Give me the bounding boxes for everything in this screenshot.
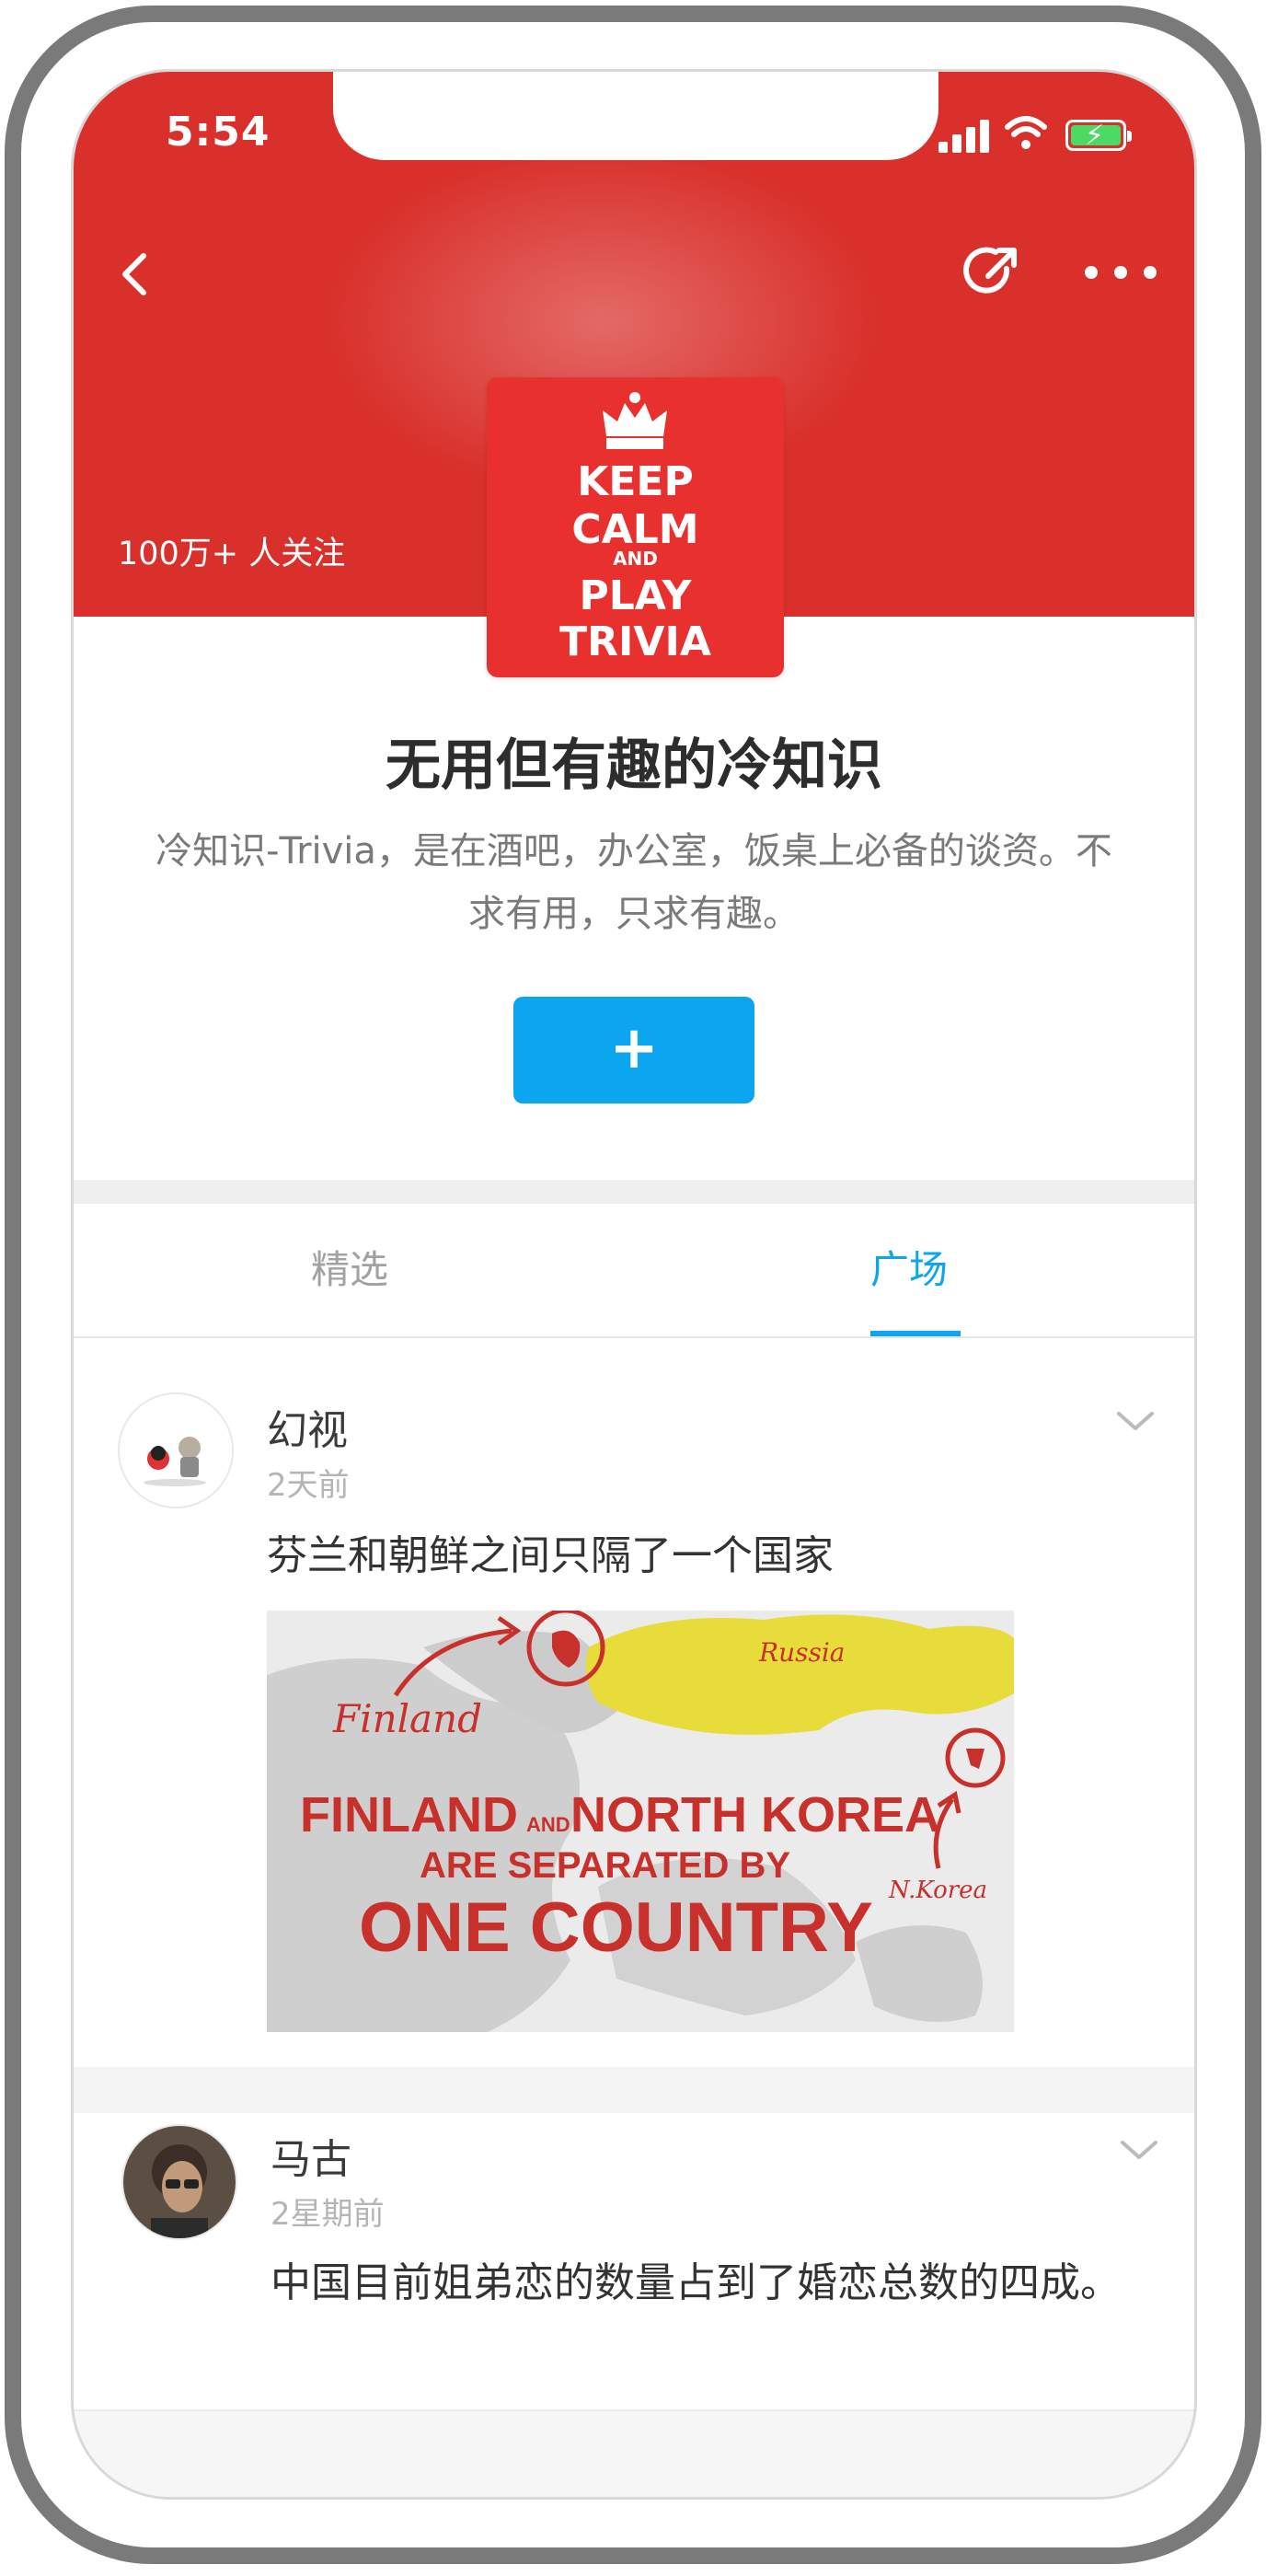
- back-icon[interactable]: [110, 236, 166, 309]
- battery-icon: ⚡: [1065, 120, 1132, 152]
- share-icon[interactable]: [957, 236, 1030, 309]
- tab-featured[interactable]: 精选: [311, 1204, 388, 1336]
- avatar[interactable]: [121, 2124, 237, 2240]
- wifi-icon: [1005, 116, 1047, 149]
- more-icon[interactable]: [1075, 236, 1167, 309]
- map-label-nkorea: N.Korea: [888, 1877, 987, 1904]
- avatar[interactable]: [118, 1392, 234, 1508]
- app-screen: 5:54 ⚡ 100万+ 人关注 KEEP CALM AND PLAY TRIV…: [74, 72, 1194, 2497]
- post-author[interactable]: 马古: [271, 2126, 351, 2185]
- map-graphic: Finland Russia N.Korea FINLAND AND NORTH…: [267, 1611, 1014, 2032]
- topic-description: 冷知识-Trivia，是在酒吧，办公室，饭桌上必备的谈资。不求有用，只求有趣。: [155, 830, 1112, 935]
- status-icons: ⚡: [918, 109, 1194, 164]
- post-image[interactable]: Finland Russia N.Korea FINLAND AND NORTH…: [267, 1611, 1014, 2032]
- tab-square[interactable]: 广场: [870, 1204, 948, 1336]
- map-headline: AND: [526, 1813, 570, 1836]
- chevron-down-icon[interactable]: [1113, 1408, 1157, 1436]
- chevron-down-icon[interactable]: [1117, 2137, 1161, 2165]
- topic-cover-image: KEEP CALM AND PLAY TRIVIA: [487, 377, 784, 677]
- device-notch: [333, 72, 938, 160]
- follow-button[interactable]: +: [513, 997, 754, 1103]
- follower-count: 100万+ 人关注: [118, 536, 346, 572]
- map-headline: FINLAND: [300, 1787, 518, 1842]
- map-headline: ONE COUNTRY: [359, 1889, 873, 1967]
- cover-text: PLAY: [579, 572, 692, 619]
- map-headline: ARE SEPARATED BY: [420, 1845, 790, 1886]
- cover-text: KEEP: [577, 458, 694, 505]
- post-time: 2星期前: [271, 2196, 385, 2233]
- topic-title: 无用但有趣的冷知识: [386, 734, 882, 798]
- cover-text: CALM: [571, 506, 699, 553]
- tab-bar: 精选 广场: [74, 1204, 1194, 1338]
- crown-icon: [603, 392, 667, 449]
- map-label-finland: Finland: [332, 1696, 482, 1741]
- avatar-image: [123, 2126, 236, 2238]
- cover-text: TRIVIA: [559, 618, 711, 665]
- signal-icon: [938, 116, 992, 153]
- avatar-image: [120, 1394, 232, 1507]
- bottom-bar: [74, 2409, 1194, 2497]
- section-divider: [74, 1180, 1194, 1204]
- post-author[interactable]: 幻视: [267, 1397, 348, 1456]
- active-tab-indicator: [870, 1331, 961, 1336]
- cover-text: AND: [613, 548, 658, 570]
- post-text: 中国目前姐弟恋的数量占到了婚恋总数的四成。: [271, 2259, 1121, 2306]
- post-time: 2天前: [267, 1467, 350, 1504]
- status-time: 5:54: [166, 109, 271, 156]
- post-text: 芬兰和朝鲜之间只隔了一个国家: [267, 1532, 834, 1579]
- map-headline: NORTH KOREA: [570, 1787, 940, 1842]
- post-separator: [74, 2067, 1194, 2113]
- map-label-russia: Russia: [758, 1637, 846, 1668]
